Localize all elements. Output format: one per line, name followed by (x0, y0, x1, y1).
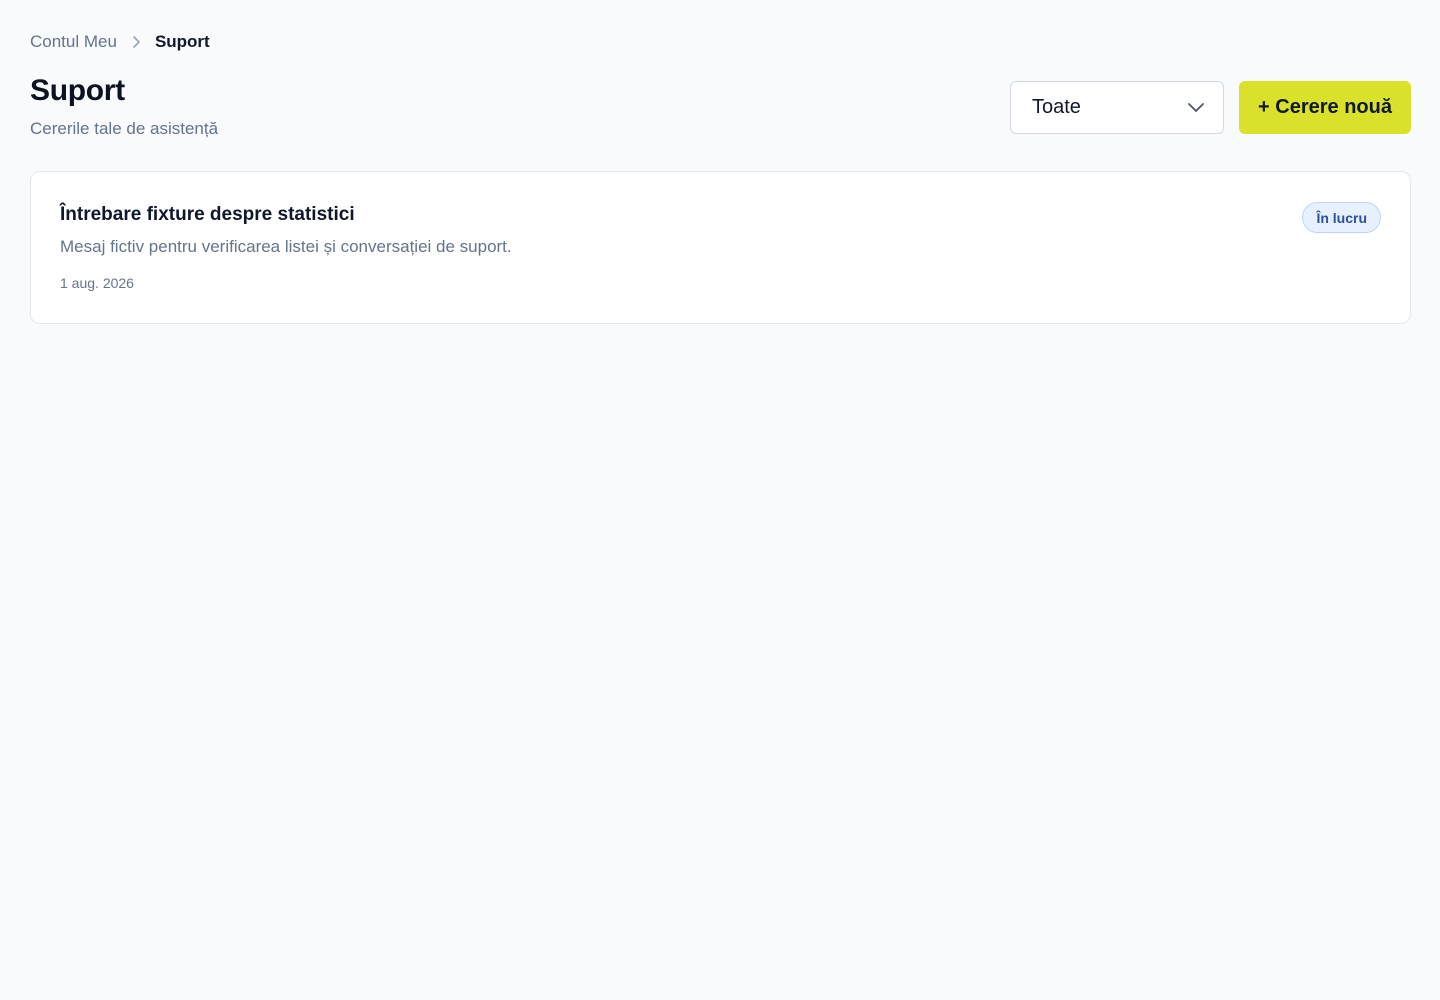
chevron-right-icon (117, 35, 155, 49)
ticket-title: Întrebare fixture despre statistici (60, 204, 355, 225)
page-subtitle: Cererile tale de asistență (30, 119, 219, 138)
status-filter-select[interactable]: Toate (1010, 81, 1224, 134)
page-title: Suport (30, 74, 125, 107)
breadcrumb-current: Suport (154, 32, 210, 51)
breadcrumb: Contul Meu Suport (30, 31, 210, 53)
breadcrumb-link-account[interactable]: Contul Meu (30, 32, 117, 52)
ticket-date: 1 aug. 2026 (60, 275, 134, 291)
ticket-card[interactable]: Întrebare fixture despre statistici Mesa… (30, 171, 1411, 324)
chevron-down-icon (1187, 96, 1205, 119)
new-request-button[interactable]: + Cerere nouă (1239, 81, 1411, 134)
status-badge: În lucru (1302, 202, 1381, 233)
ticket-preview: Mesaj fictiv pentru verificarea listei ș… (60, 237, 512, 256)
status-filter-value: Toate (1032, 96, 1081, 118)
